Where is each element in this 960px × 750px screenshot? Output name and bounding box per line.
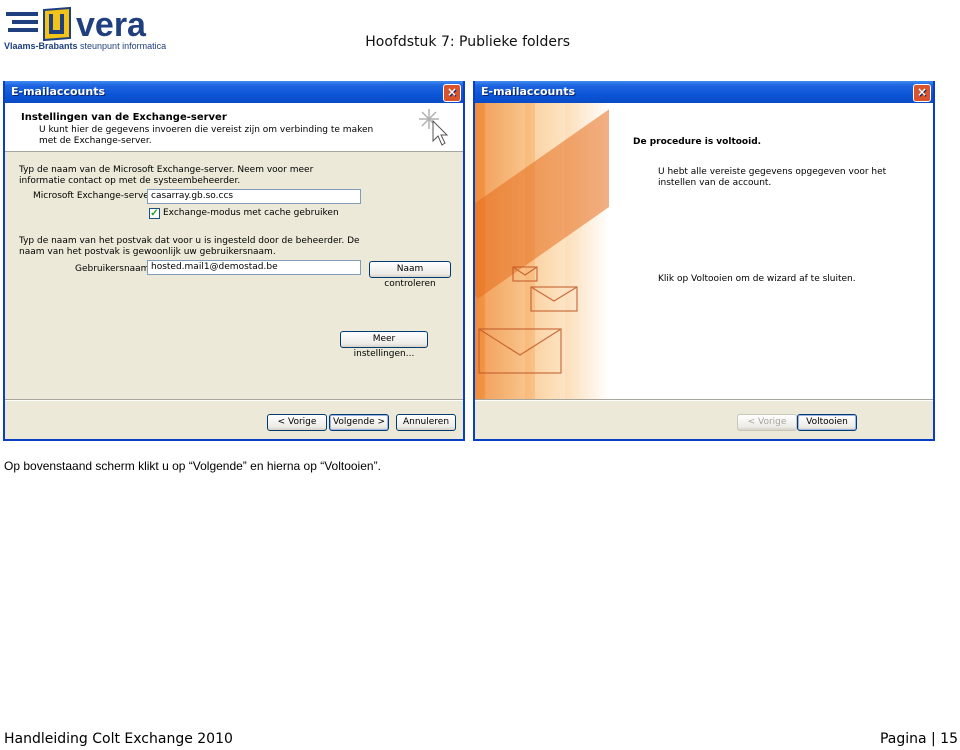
mailbox-instructions: Typ de naam van het postvak dat voor u i…	[19, 236, 360, 257]
close-icon[interactable]: ×	[443, 84, 461, 102]
logo-subtitle: Vlaams-Brabants steunpunt informatica	[4, 41, 167, 51]
completion-heading: De procedure is voltooid.	[633, 137, 762, 147]
back-button[interactable]: < Vorige	[737, 414, 797, 431]
completion-window: E-mailaccounts × De procedure is voltooi…	[473, 81, 935, 441]
footer-separator	[475, 399, 933, 401]
next-button[interactable]: Volgende >	[329, 414, 389, 431]
username-field[interactable]: hosted.mail1@demostad.be	[147, 260, 361, 275]
vera-logo-mark: vera	[6, 6, 147, 44]
wizard-sparkle-icon	[419, 109, 449, 146]
wizard-heading: Instellingen van de Exchange-server	[21, 112, 227, 123]
footer-separator	[5, 399, 463, 401]
wizard-header: Instellingen van de Exchange-server U ku…	[5, 103, 463, 152]
server-instructions: Typ de naam van de Microsoft Exchange-se…	[19, 165, 314, 186]
back-button[interactable]: < Vorige	[267, 414, 327, 431]
exchange-settings-window: E-mailaccounts × Instellingen van de Exc…	[3, 81, 465, 441]
instruction-caption: Op bovenstaand scherm klikt u op “Volgen…	[4, 459, 381, 473]
document-footer-title: Handleiding Colt Exchange 2010	[4, 731, 233, 747]
wizard-side-image	[475, 103, 609, 399]
close-icon[interactable]: ×	[913, 84, 931, 102]
finish-hint: Klik op Voltooien om de wizard af te slu…	[658, 274, 856, 284]
finish-button[interactable]: Voltooien	[797, 414, 857, 431]
chapter-title: Hoofdstuk 7: Publieke folders	[365, 34, 570, 50]
username-label: Gebruikersnaam:	[75, 264, 153, 274]
window-titlebar: E-mailaccounts ×	[5, 81, 463, 103]
server-label: Microsoft Exchange-server:	[33, 191, 156, 201]
envelope-icon	[478, 266, 578, 374]
cache-mode-checkbox[interactable]: ✓	[149, 208, 160, 219]
more-settings-button[interactable]: Meer instellingen...	[340, 331, 428, 359]
wizard-description: U kunt hier de gegevens invoeren die ver…	[39, 125, 374, 146]
svg-text:vera: vera	[76, 6, 147, 44]
cache-mode-label: Exchange-modus met cache gebruiken	[163, 208, 339, 218]
window-title: E-mailaccounts	[11, 85, 105, 98]
wizard-body: De procedure is voltooid. U hebt alle ve…	[475, 103, 933, 399]
completion-text: U hebt alle vereiste gegevens opgegeven …	[658, 167, 887, 188]
cancel-button[interactable]: Annuleren	[396, 414, 456, 431]
check-name-button[interactable]: Naam controleren	[369, 261, 451, 289]
window-title: E-mailaccounts	[481, 85, 575, 98]
exchange-server-field[interactable]: casarray.gb.so.ccs	[147, 189, 361, 204]
page-number: Pagina | 15	[879, 731, 958, 747]
window-titlebar: E-mailaccounts ×	[475, 81, 933, 103]
